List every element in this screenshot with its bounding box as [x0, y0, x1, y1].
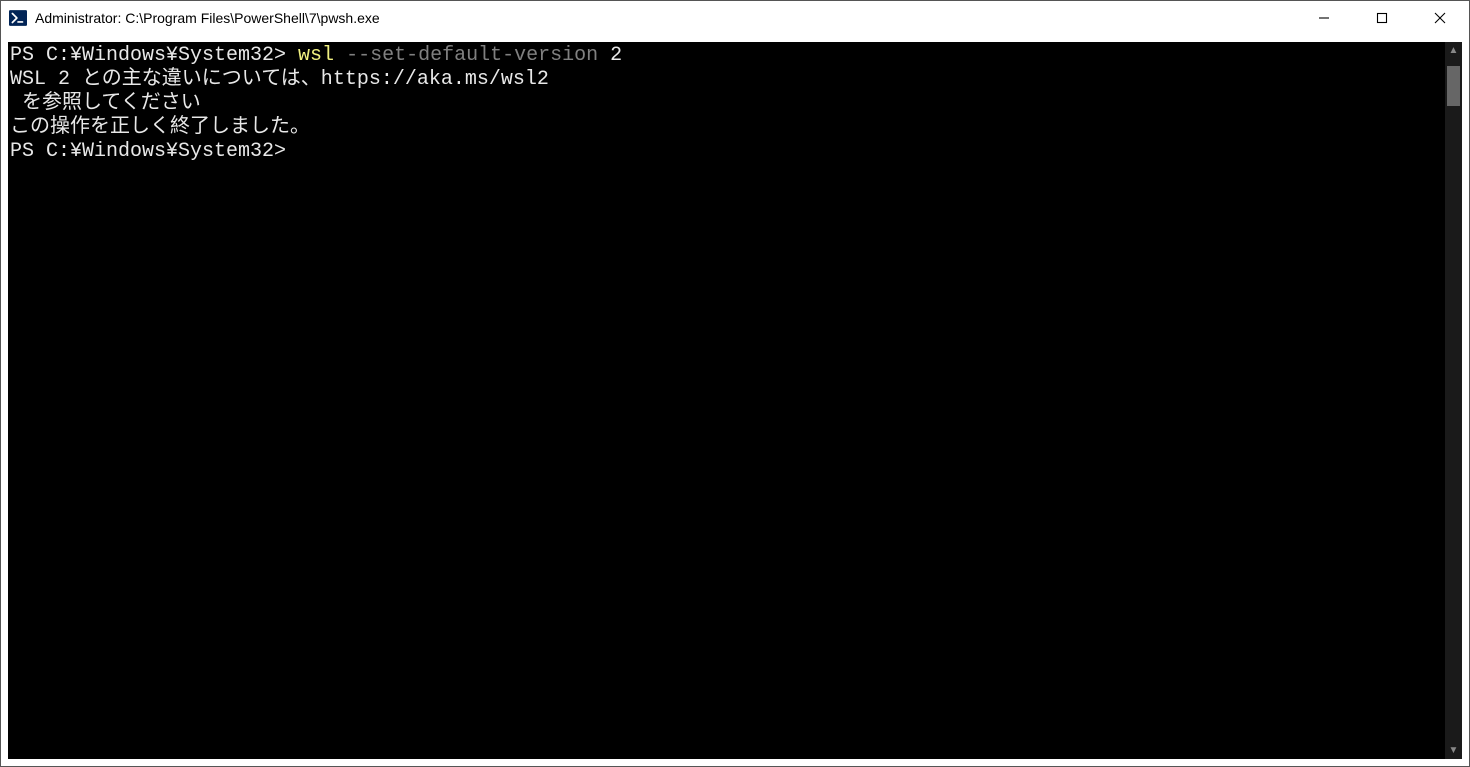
- terminal-container: PS C:¥Windows¥System32> wsl --set-defaul…: [1, 35, 1469, 766]
- window-controls: [1295, 1, 1469, 35]
- powershell-icon: [9, 9, 27, 27]
- output-line: この操作を正しく終了しました。: [10, 116, 310, 139]
- output-line: WSL 2 との主な違いについては、https://aka.ms/wsl2: [10, 68, 549, 91]
- value-text: 2: [610, 44, 622, 67]
- scroll-up-icon[interactable]: ▲: [1445, 42, 1462, 59]
- command-text: wsl: [298, 44, 334, 67]
- powershell-window: Administrator: C:\Program Files\PowerShe…: [0, 0, 1470, 767]
- window-title: Administrator: C:\Program Files\PowerShe…: [35, 10, 1295, 26]
- prompt-text: PS C:¥Windows¥System32>: [10, 44, 298, 67]
- terminal-output[interactable]: PS C:¥Windows¥System32> wsl --set-defaul…: [8, 42, 1445, 759]
- scrollbar-thumb[interactable]: [1447, 66, 1460, 106]
- titlebar[interactable]: Administrator: C:\Program Files\PowerShe…: [1, 1, 1469, 35]
- scroll-down-icon[interactable]: ▼: [1445, 742, 1462, 759]
- scrollbar[interactable]: ▲ ▼: [1445, 42, 1462, 759]
- prompt-text: PS C:¥Windows¥System32>: [10, 140, 286, 163]
- minimize-button[interactable]: [1295, 1, 1353, 35]
- maximize-button[interactable]: [1353, 1, 1411, 35]
- argument-text: --set-default-version: [334, 44, 610, 67]
- close-button[interactable]: [1411, 1, 1469, 35]
- output-line: を参照してください: [10, 92, 201, 115]
